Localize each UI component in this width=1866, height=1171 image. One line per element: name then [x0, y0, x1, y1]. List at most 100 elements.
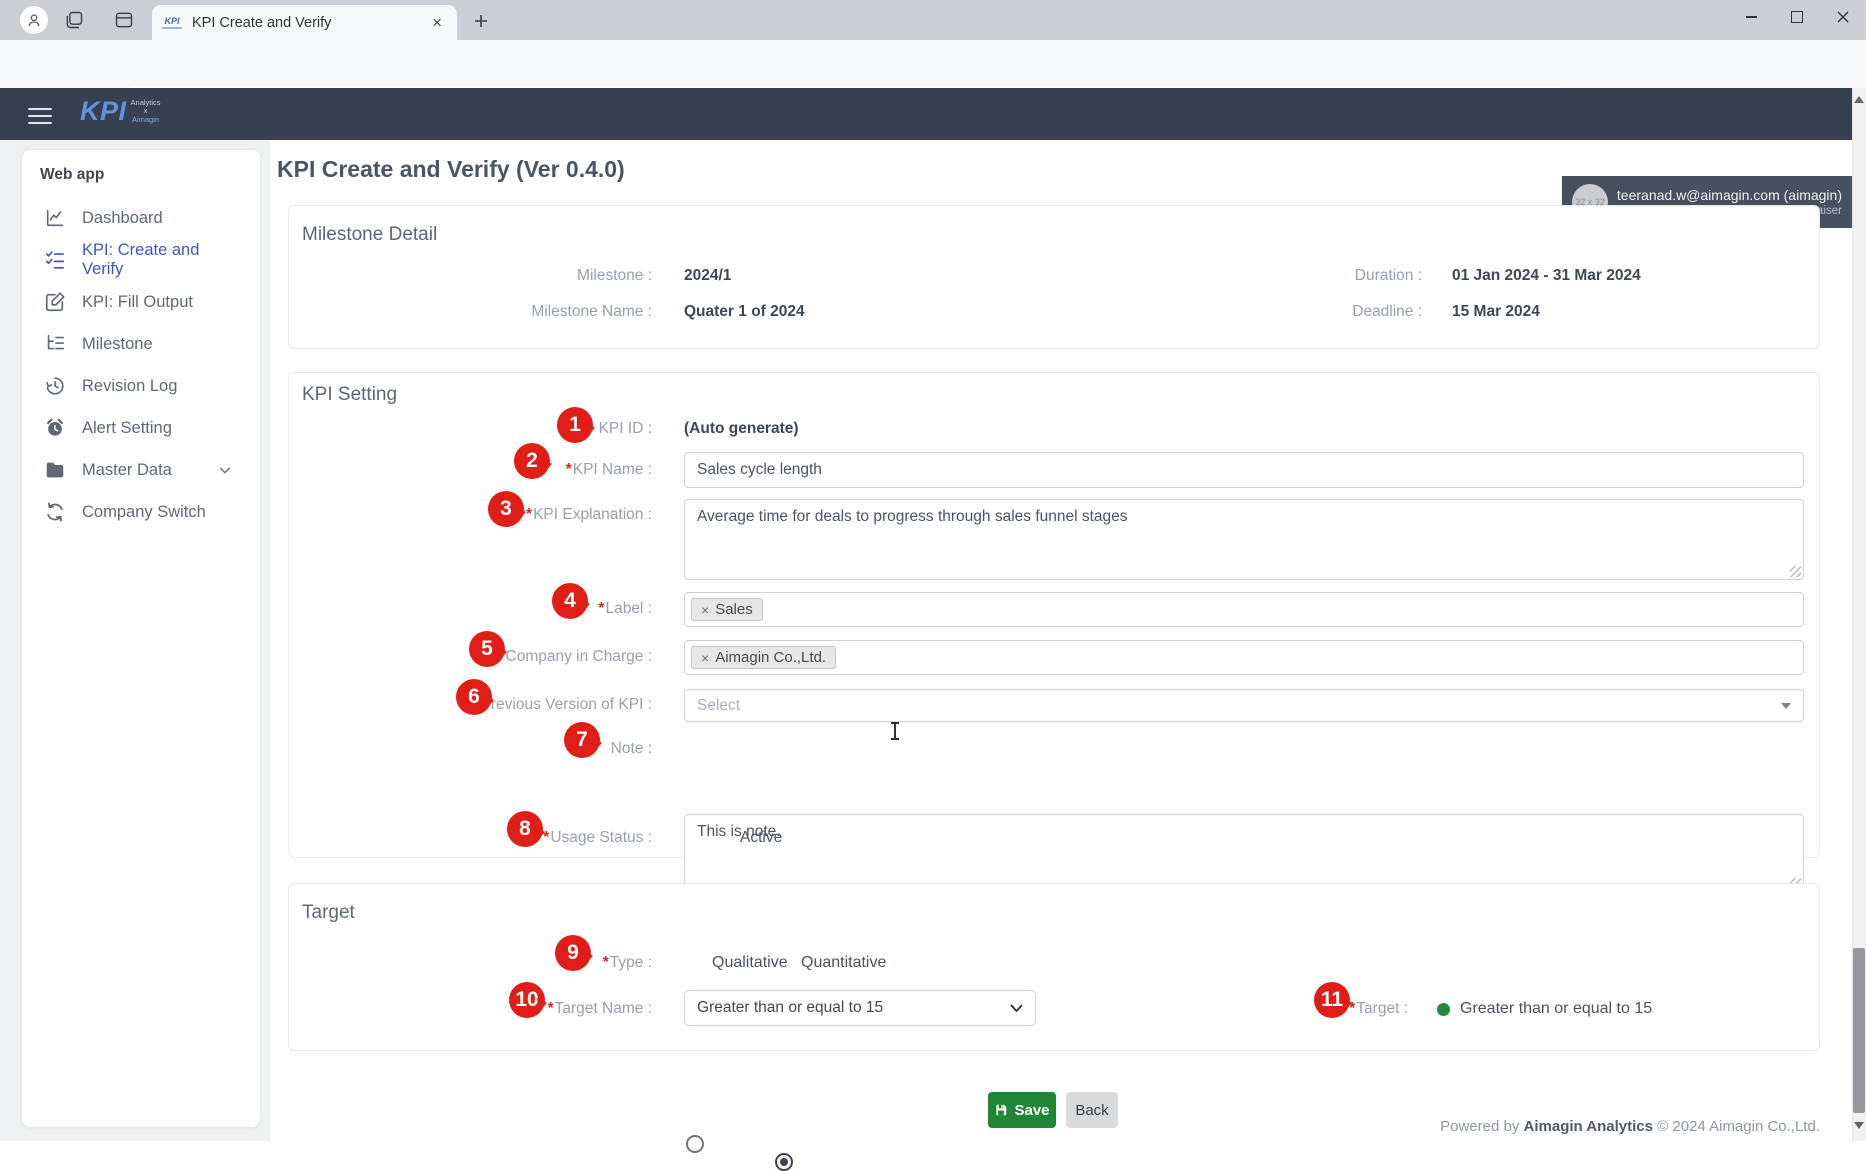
tab-actions-button[interactable]: [112, 9, 136, 31]
milestone-label: Milestone :: [352, 267, 652, 285]
annotation-badge-4: 4: [552, 583, 588, 619]
milestone-name-label: Milestone Name :: [352, 303, 652, 321]
new-tab-button[interactable]: [468, 10, 494, 32]
usage-status-value: Active: [740, 829, 782, 847]
page-title: KPI Create and Verify (Ver 0.4.0): [277, 156, 625, 183]
deadline-label: Deadline :: [1122, 303, 1422, 321]
browser-profile-button[interactable]: [20, 6, 48, 34]
annotation-badge-11: 11: [1314, 982, 1350, 1018]
sidebar-item-company-switch[interactable]: Company Switch: [34, 495, 238, 529]
chart-line-icon: [44, 207, 66, 229]
usage-status-label: *Usage Status :: [352, 829, 652, 847]
app-logo: KPI Analytics x Aimagin: [80, 98, 161, 125]
chip-remove-icon[interactable]: ×: [701, 602, 709, 618]
kpi-id-label: KPI ID :: [352, 420, 652, 438]
milestone-value: 2024/1: [684, 267, 731, 285]
alarm-clock-icon: [44, 417, 66, 439]
mouse-text-cursor: [890, 722, 900, 740]
plus-icon: [473, 13, 489, 29]
list-tree-icon: [44, 333, 66, 355]
kpi-name-input[interactable]: [684, 452, 1804, 488]
kpi-setting-section-title: KPI Setting: [302, 384, 397, 406]
edit-icon: [44, 291, 66, 313]
target-status-dot: [1437, 1003, 1450, 1016]
footer-text: Powered by Aimagin Analytics © 2024 Aima…: [1440, 1118, 1820, 1135]
tab-actions-icon: [114, 10, 134, 30]
duration-value: 01 Jan 2024 - 31 Mar 2024: [1452, 267, 1641, 285]
kpi-name-label: *KPI Name :: [352, 461, 652, 479]
deadline-value: 15 Mar 2024: [1452, 303, 1540, 321]
target-value: Greater than or equal to 15: [1460, 1000, 1652, 1018]
target-label: *Target :: [1108, 1000, 1408, 1018]
back-button-form[interactable]: Back: [1066, 1092, 1118, 1128]
annotation-badge-9: 9: [555, 935, 591, 971]
sidebar-item-master-data[interactable]: Master Data: [34, 453, 238, 487]
folder-icon: [44, 459, 66, 481]
annotation-badge-1: 1: [557, 407, 593, 443]
sync-icon: [44, 501, 66, 523]
window-close-button[interactable]: [1820, 0, 1866, 34]
chevron-down-icon: [218, 463, 232, 477]
tab-close-button[interactable]: ×: [427, 12, 447, 33]
company-tag-input[interactable]: ×Aimagin Co.,Ltd.: [684, 640, 1804, 675]
radio-qualitative[interactable]: [686, 1135, 704, 1153]
chip-remove-icon[interactable]: ×: [701, 650, 709, 666]
annotation-badge-7: 7: [564, 722, 600, 758]
target-section-title: Target: [302, 902, 355, 924]
list-check-icon: [44, 249, 66, 271]
scrollbar-thumb[interactable]: [1853, 948, 1865, 1113]
annotation-badge-5: 5: [469, 631, 505, 667]
menu-toggle-button[interactable]: [28, 103, 52, 129]
duration-label: Duration :: [1122, 267, 1422, 285]
radio-quantitative[interactable]: [775, 1153, 793, 1171]
window-maximize-button[interactable]: [1774, 0, 1820, 34]
active-tab[interactable]: KPI KPI Create and Verify ×: [152, 5, 457, 40]
chevron-down-icon: [1781, 703, 1791, 709]
chevron-down-icon: [1010, 1004, 1023, 1013]
annotation-badge-10: 10: [509, 982, 545, 1018]
sidebar-item-dashboard[interactable]: Dashboard: [34, 201, 238, 235]
previous-version-select[interactable]: Select: [684, 689, 1804, 722]
window-minimize-button[interactable]: [1728, 0, 1774, 34]
footer-brand: Aimagin Analytics: [1524, 1118, 1653, 1135]
browser-toolbar: https://kpi.aimagin.com/?_appId=app_1702…: [0, 40, 1866, 89]
scroll-down-arrow[interactable]: [1854, 1122, 1864, 1129]
annotation-badge-2: 2: [514, 443, 550, 479]
scroll-up-arrow[interactable]: [1854, 96, 1864, 103]
company-chip: ×Aimagin Co.,Ltd.: [691, 646, 836, 669]
radio-quantitative-label: Quantitative: [801, 954, 886, 972]
label-chip: ×Sales: [691, 598, 763, 621]
tab-favicon: KPI: [162, 17, 182, 29]
sidebar-item-revision-log[interactable]: Revision Log: [34, 369, 238, 403]
label-tag-input[interactable]: ×Sales: [684, 592, 1804, 627]
logo-text: KPI: [80, 98, 127, 125]
label-label: *Label :: [352, 600, 652, 618]
kpi-id-value: (Auto generate): [684, 420, 799, 438]
browser-tab-strip: KPI KPI Create and Verify ×: [0, 0, 1866, 40]
tab-title: KPI Create and Verify: [192, 15, 427, 31]
workspaces-button[interactable]: [62, 9, 86, 31]
kpi-explanation-textarea[interactable]: Average time for deals to progress throu…: [684, 499, 1804, 580]
user-email: teeranad.w@aimagin.com (aimagin): [1608, 186, 1842, 204]
save-icon: [994, 1103, 1008, 1117]
sidebar-section-label: Web app: [40, 166, 104, 184]
annotation-badge-8: 8: [507, 811, 543, 847]
milestone-section-title: Milestone Detail: [302, 224, 437, 246]
type-label: *Type :: [352, 954, 652, 972]
target-name-label: *Target Name :: [352, 1000, 652, 1018]
profile-icon: [25, 11, 43, 29]
sidebar-item-alert-setting[interactable]: Alert Setting: [34, 411, 238, 445]
note-textarea[interactable]: This is note.: [684, 814, 1804, 892]
milestone-name-value: Quater 1 of 2024: [684, 303, 805, 321]
sidebar-item-milestone[interactable]: Milestone: [34, 327, 238, 361]
target-name-select[interactable]: Greater than or equal to 15: [684, 990, 1036, 1026]
annotation-badge-6: 6: [456, 679, 492, 715]
save-button[interactable]: Save: [988, 1092, 1056, 1128]
app-header: KPI Analytics x Aimagin 32 x 32 teeranad…: [0, 88, 1866, 140]
close-icon: [1837, 11, 1849, 23]
logo-subtext: Analytics x Aimagin: [131, 99, 161, 125]
sidebar-item-kpi-fill-output[interactable]: KPI: Fill Output: [34, 285, 238, 319]
annotation-badge-3: 3: [488, 491, 524, 527]
sidebar-item-kpi-create-and-verify[interactable]: KPI: Create and Verify: [34, 243, 238, 277]
history-icon: [44, 375, 66, 397]
